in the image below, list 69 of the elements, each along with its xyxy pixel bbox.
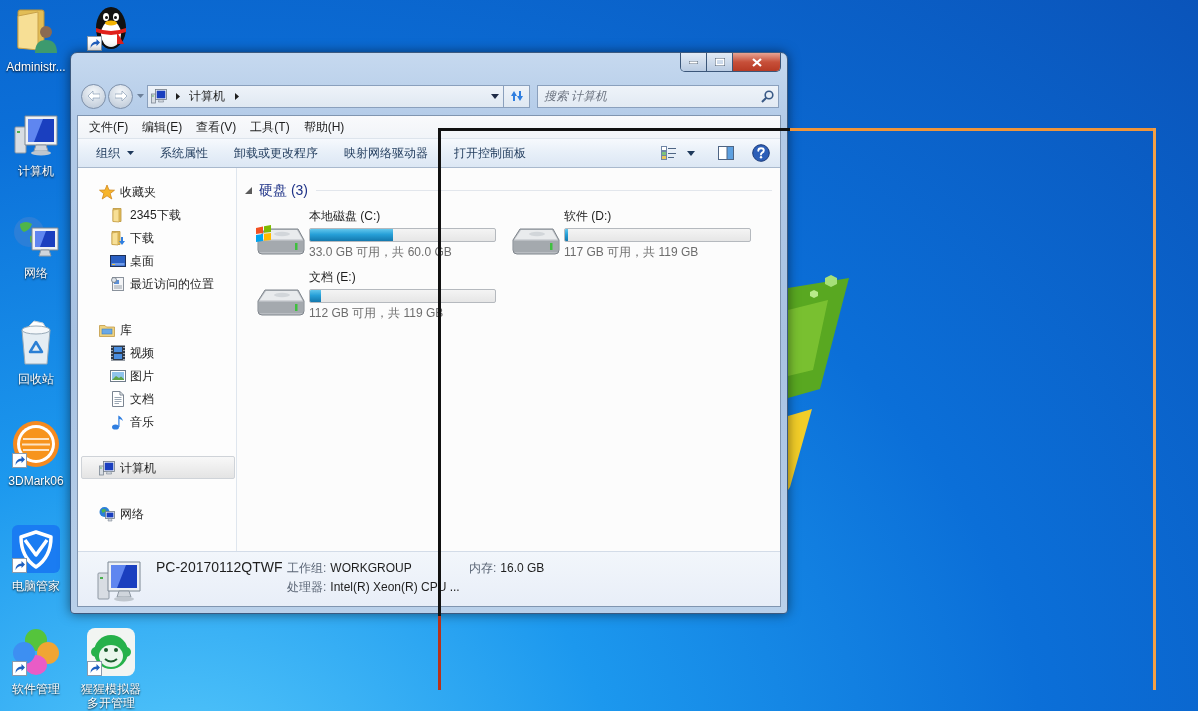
menu-item[interactable]: 工具(T) (243, 116, 297, 138)
computer-icon[interactable] (99, 459, 115, 476)
music-note-icon[interactable] (110, 413, 126, 430)
view-list-icon[interactable] (661, 146, 677, 160)
toolbar-button[interactable]: 映射网络驱动器 (333, 141, 439, 165)
nav-item[interactable]: 图片 (81, 364, 235, 387)
film-strip-icon[interactable] (110, 344, 126, 361)
picture-icon[interactable] (110, 367, 126, 384)
field-label: 处理器: (287, 578, 327, 596)
network-icon[interactable] (99, 505, 115, 522)
recent-places-icon[interactable] (110, 275, 126, 292)
nav-item[interactable]: 最近访问的位置 (81, 272, 235, 295)
breadcrumb[interactable]: 计算机 (189, 87, 225, 105)
refresh-icon[interactable] (509, 90, 524, 102)
field-label: 内存: (469, 559, 497, 577)
menu-item[interactable]: 查看(V) (189, 116, 244, 138)
desktop-icon-label[interactable]: 计算机 (18, 164, 54, 178)
shield-app-icon[interactable] (12, 525, 60, 573)
address-bar[interactable]: 计算机 (147, 84, 504, 108)
field-value: WORKGROUP (330, 559, 412, 577)
menu-item[interactable]: 编辑(E) (135, 116, 190, 138)
nav-item[interactable]: 计算机 (81, 456, 235, 479)
toolbar-button[interactable]: 打开控制面板 (443, 141, 537, 165)
dropdown-arrow-icon[interactable] (491, 93, 499, 99)
search-field[interactable]: 搜索 计算机 (537, 84, 779, 108)
drive-space-text: 117 GB 可用，共 119 GB (564, 245, 700, 260)
maximize-button[interactable] (707, 53, 733, 71)
field-label: 工作组: (287, 559, 327, 577)
field-value: 16.0 GB (500, 559, 545, 577)
drive-name[interactable]: 本地磁盘 (C:) (309, 209, 496, 224)
monkey-app-icon[interactable] (87, 628, 135, 676)
close-button[interactable] (733, 53, 780, 71)
desktop-icon-label[interactable]: 网络 (24, 266, 48, 280)
section-title[interactable]: 硬盘 (3) (259, 179, 308, 201)
computer-icon[interactable] (151, 88, 167, 104)
refresh-button[interactable] (504, 84, 530, 108)
menu-item[interactable]: 文件(F) (82, 116, 136, 138)
toolbar-button[interactable]: 系统属性 (149, 141, 219, 165)
toolbar-button[interactable]: 卸载或更改程序 (223, 141, 329, 165)
desktop-icon-label[interactable]: Administr... (6, 60, 66, 74)
computer-name: PC-20170112QTWF (156, 558, 284, 577)
nav-item[interactable]: 网络 (81, 502, 235, 525)
nav-item[interactable]: 桌面 (81, 249, 235, 272)
nav-item[interactable]: 2345下载 (81, 203, 235, 226)
maximize-icon[interactable] (714, 58, 725, 66)
breadcrumb-arrow-icon[interactable] (235, 92, 239, 100)
star-icon[interactable] (99, 183, 115, 200)
drive-name[interactable]: 软件 (D:) (564, 209, 751, 224)
nav-item[interactable]: 库 (81, 318, 235, 341)
preview-pane-icon[interactable] (718, 146, 734, 160)
breadcrumb-arrow-icon[interactable] (176, 92, 180, 100)
nav-item[interactable]: 视频 (81, 341, 235, 364)
help-icon[interactable] (752, 144, 770, 162)
search-icon[interactable] (761, 89, 774, 103)
download-folder-icon[interactable] (110, 229, 126, 246)
minimize-button[interactable] (681, 53, 707, 71)
minimize-icon[interactable] (689, 60, 698, 64)
toolbar-button[interactable]: 组织 (85, 141, 145, 165)
menu-item[interactable]: 帮助(H) (296, 116, 352, 138)
caret-icon[interactable] (687, 150, 695, 156)
expanded-triangle-icon[interactable] (245, 186, 252, 194)
nav-item[interactable]: 文档 (81, 387, 235, 410)
nav-item[interactable]: 下载 (81, 226, 235, 249)
document-icon[interactable] (110, 390, 126, 407)
nav-item[interactable]: 音乐 (81, 410, 235, 433)
desktop-icon[interactable] (110, 252, 126, 269)
drive-name[interactable]: 文档 (E:) (309, 270, 496, 285)
close-icon[interactable] (751, 57, 762, 67)
nav-item[interactable]: 收藏夹 (81, 180, 235, 203)
